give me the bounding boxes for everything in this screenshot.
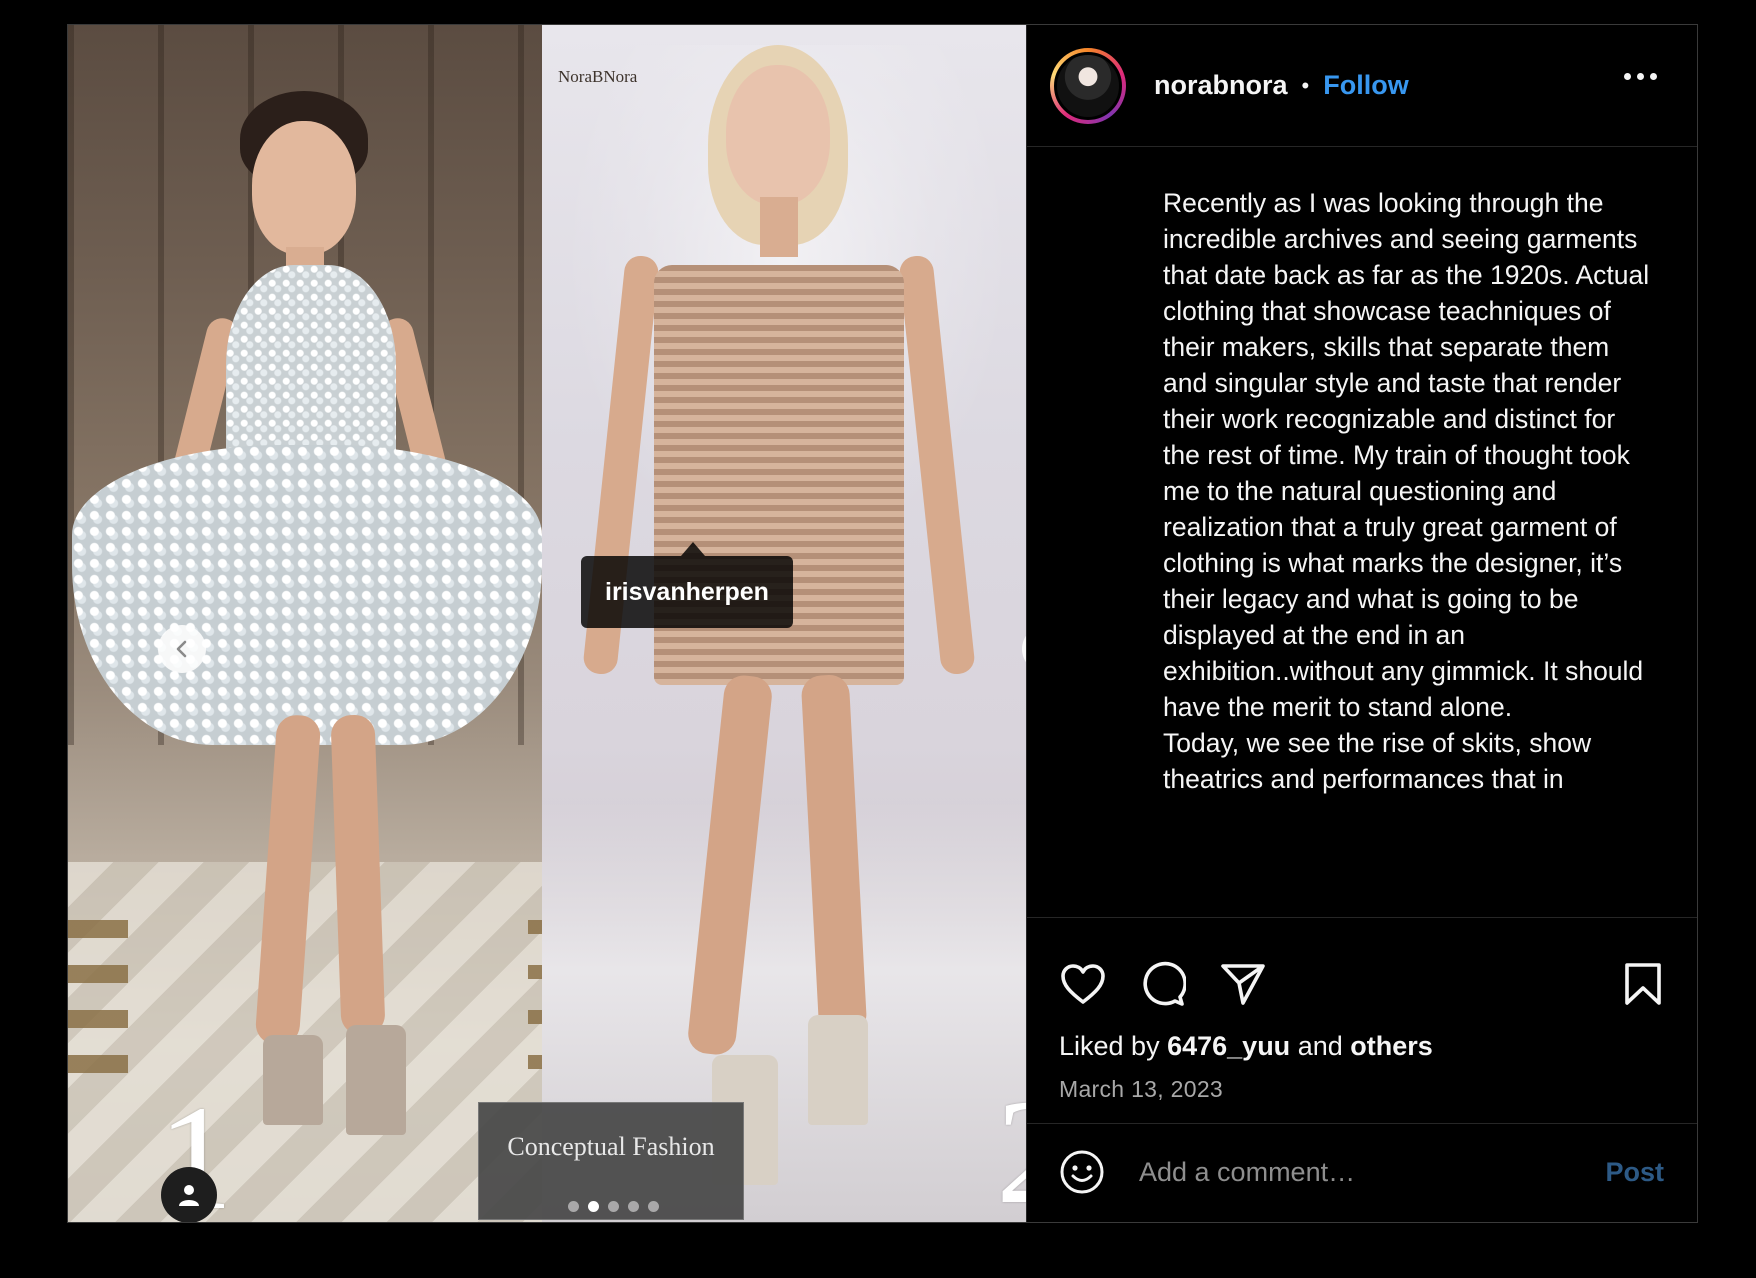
avatar[interactable] bbox=[1050, 47, 1126, 124]
image-watermark: NoraBNora bbox=[558, 67, 638, 86]
model-left bbox=[68, 25, 542, 1222]
person-icon bbox=[179, 1185, 199, 1206]
heart-icon[interactable] bbox=[1059, 960, 1107, 1008]
post-date[interactable]: March 13, 2023 bbox=[1059, 1076, 1223, 1103]
image-caption-text: Conceptual Fashion bbox=[507, 1132, 715, 1161]
carousel-dot bbox=[628, 1201, 639, 1212]
post-header: norabnora • Follow bbox=[1027, 25, 1697, 147]
bookmark-icon[interactable] bbox=[1619, 960, 1667, 1008]
comment-input[interactable]: Add a comment… bbox=[1139, 1157, 1355, 1188]
more-options-icon[interactable] bbox=[1624, 73, 1657, 80]
likes-summary: Liked by 6476_yuu and others bbox=[1059, 1031, 1433, 1062]
post-media-carousel[interactable]: 1 NoraBNora 2 Conceptual Fashion i bbox=[68, 25, 1026, 1222]
emoji-icon[interactable] bbox=[1059, 1149, 1105, 1195]
likes-others-link[interactable]: others bbox=[1350, 1031, 1433, 1061]
username-link[interactable]: norabnora bbox=[1154, 70, 1288, 101]
post-actions: Liked by 6476_yuu and others March 13, 2… bbox=[1027, 917, 1697, 1123]
carousel-dot bbox=[568, 1201, 579, 1212]
carousel-dot bbox=[608, 1201, 619, 1212]
photo-left: 1 bbox=[68, 25, 542, 1222]
post-side-panel: norabnora • Follow Recently as I was loo… bbox=[1026, 25, 1697, 1222]
liked-user-link[interactable]: 6476_yuu bbox=[1167, 1031, 1290, 1061]
comment-bar: Add a comment… Post bbox=[1027, 1123, 1697, 1220]
likes-and: and bbox=[1297, 1031, 1343, 1061]
panel-number-2: 2 bbox=[996, 1077, 1026, 1222]
caption-paragraph: Today, we see the rise of skits, show th… bbox=[1163, 728, 1592, 794]
follow-button[interactable]: Follow bbox=[1323, 70, 1408, 101]
comment-icon[interactable] bbox=[1139, 960, 1187, 1008]
carousel-prev-button[interactable] bbox=[158, 625, 206, 673]
carousel-dot bbox=[648, 1201, 659, 1212]
header-separator: • bbox=[1301, 72, 1310, 98]
chevron-left-icon bbox=[176, 640, 187, 658]
carousel-dot-active bbox=[588, 1201, 599, 1212]
caption-paragraph: Recently as I was looking through the in… bbox=[1163, 188, 1650, 722]
likes-prefix: Liked by bbox=[1059, 1031, 1160, 1061]
carousel-indicator bbox=[568, 1201, 659, 1212]
user-tag-popup[interactable]: irisvanherpen bbox=[581, 542, 793, 628]
post-caption[interactable]: Recently as I was looking through the in… bbox=[1027, 147, 1697, 917]
post-comment-button[interactable]: Post bbox=[1605, 1157, 1664, 1188]
show-tags-button[interactable] bbox=[161, 1167, 217, 1222]
share-icon[interactable] bbox=[1219, 960, 1267, 1008]
post-dialog: 1 NoraBNora 2 Conceptual Fashion i bbox=[67, 24, 1698, 1223]
